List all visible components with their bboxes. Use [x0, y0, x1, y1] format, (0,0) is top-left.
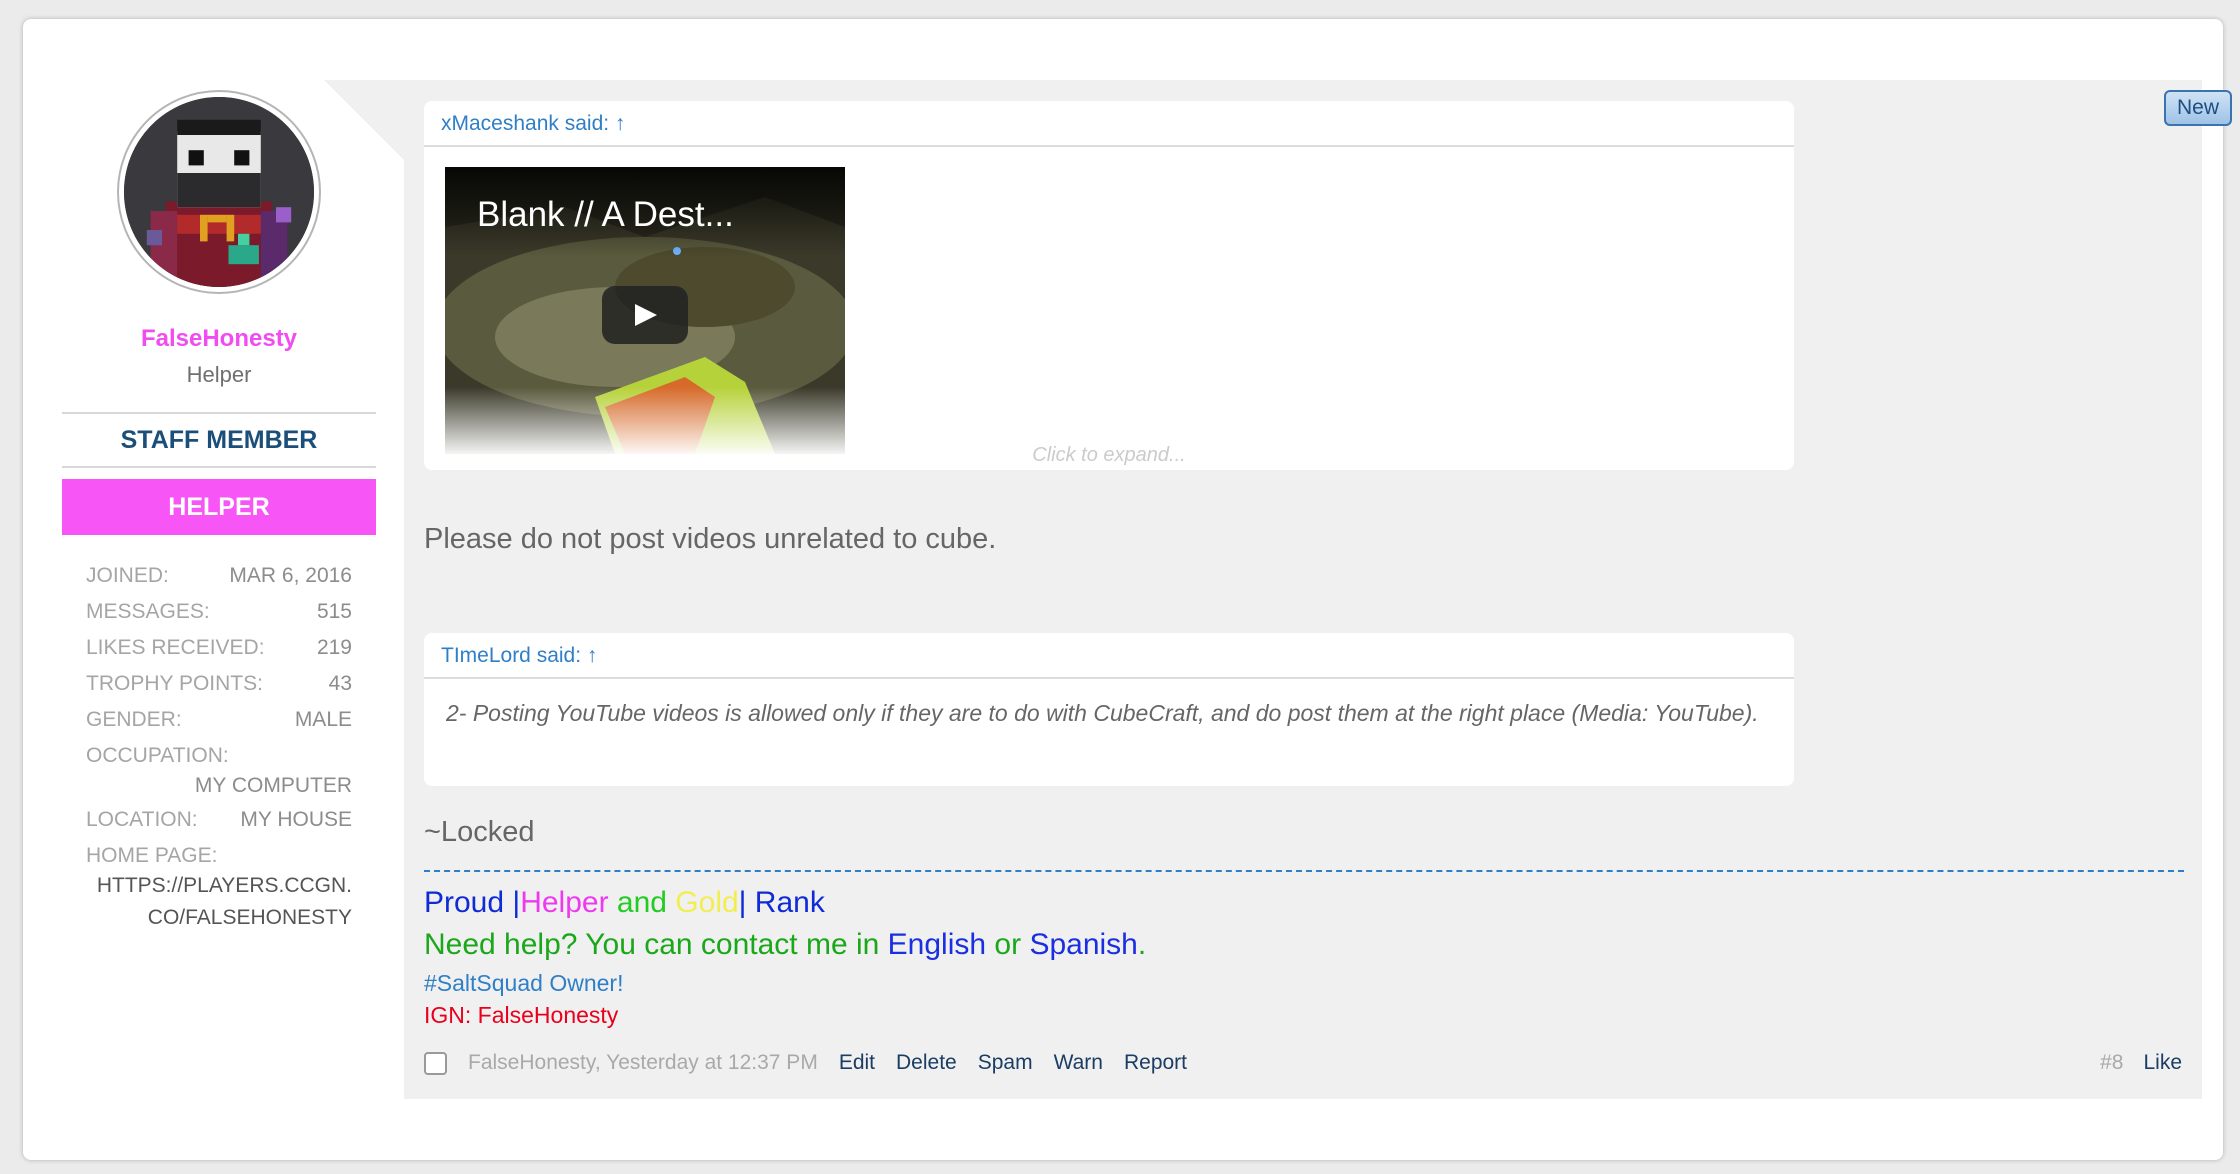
username[interactable]: FalseHonesty	[62, 325, 376, 353]
stat-joined: JOINED: MAR 6, 2016	[86, 558, 352, 594]
sig-segment: Gold	[675, 886, 739, 919]
video-embed[interactable]: Blank // A Dest...	[445, 167, 845, 454]
sig-segment: Rank	[746, 886, 825, 919]
stat-home-page: HOME PAGE: HTTPS://PLAYERS.CCGN. CO/FALS…	[86, 838, 352, 934]
sig-segment: Proud	[424, 886, 513, 919]
stat-value: MY HOUSE	[240, 808, 352, 831]
stat-value[interactable]: 43	[329, 666, 352, 702]
stat-value: MAR 6, 2016	[229, 564, 352, 587]
sig-segment: Need help? You can contact me in	[424, 928, 888, 961]
stat-label: OCCUPATION:	[86, 744, 229, 767]
message-meta: FalseHonesty, Yesterday at 12:37 PM Edit…	[424, 1045, 2182, 1081]
stat-value: MALE	[294, 708, 352, 731]
stat-occupation: OCCUPATION: MY COMPUTER	[86, 738, 352, 802]
sig-segment: or	[986, 928, 1030, 961]
stat-label: MESSAGES:	[86, 600, 210, 623]
stat-value: 219	[316, 636, 352, 659]
signature-hashtag: #SaltSquad Owner!	[424, 970, 624, 996]
stat-value[interactable]: 515	[317, 594, 352, 630]
signature-ign: IGN: FalseHonesty	[424, 1002, 619, 1028]
spam-button[interactable]: Spam	[978, 1051, 1033, 1075]
stat-gender: GENDER: MALE	[86, 702, 352, 738]
message-arrow	[324, 80, 404, 160]
stat-location: LOCATION: MY HOUSE	[86, 802, 352, 838]
post-number[interactable]: #8	[2100, 1051, 2123, 1075]
video-title: Blank // A Dest...	[477, 195, 734, 234]
select-post-checkbox[interactable]	[424, 1051, 447, 1075]
avatar-image	[124, 97, 314, 287]
report-button[interactable]: Report	[1124, 1051, 1187, 1075]
delete-button[interactable]: Delete	[896, 1051, 957, 1075]
avatar[interactable]	[117, 90, 321, 294]
quote-block: TImeLord said: ↑ 2- Posting YouTube vide…	[424, 633, 1794, 786]
quote-block: xMaceshank said: ↑ Blank // A Dest... Cl…	[424, 101, 1794, 470]
sig-segment: English	[887, 928, 987, 961]
home-page-link-line1[interactable]: HTTPS://PLAYERS.CCGN.	[86, 870, 352, 902]
new-badge: New	[2164, 90, 2232, 126]
signature-line: Proud |Helper and Gold| Rank	[424, 886, 825, 920]
staff-member-banner: STAFF MEMBER	[62, 412, 376, 468]
stat-trophy-points: TROPHY POINTS: 43	[86, 666, 352, 702]
stat-likes: LIKES RECEIVED: 219	[86, 630, 352, 666]
user-title: Helper	[186, 362, 252, 387]
click-to-expand[interactable]: Click to expand...	[424, 444, 1794, 467]
reply-text: Please do not post videos unrelated to c…	[424, 523, 997, 555]
signature-divider	[424, 870, 2184, 872]
quote-text: 2- Posting YouTube videos is allowed onl…	[446, 700, 1759, 726]
quote-attribution[interactable]: xMaceshank said: ↑	[424, 101, 1794, 147]
sig-segment: and	[608, 886, 676, 919]
stat-label: GENDER:	[86, 708, 182, 731]
sig-segment: Helper	[520, 886, 609, 919]
edit-button[interactable]: Edit	[839, 1051, 875, 1075]
quote-attribution[interactable]: TImeLord said: ↑	[424, 633, 1794, 679]
locked-text: ~Locked	[424, 816, 535, 848]
like-button[interactable]: Like	[2143, 1051, 2182, 1075]
user-stats: JOINED: MAR 6, 2016 MESSAGES: 515 LIKES …	[86, 558, 352, 934]
stat-label: LOCATION:	[86, 808, 198, 831]
stat-label: JOINED:	[86, 564, 169, 587]
stat-label: LIKES RECEIVED:	[86, 636, 265, 659]
signature-line: Need help? You can contact me in English…	[424, 928, 1146, 962]
stat-label: HOME PAGE:	[86, 844, 218, 867]
sig-segment: .	[1137, 928, 1147, 961]
stat-messages: MESSAGES: 515	[86, 594, 352, 630]
rank-banner: HELPER	[62, 479, 376, 535]
play-icon[interactable]	[602, 286, 688, 344]
author-date[interactable]: FalseHonesty, Yesterday at 12:37 PM	[468, 1051, 818, 1075]
stat-label: TROPHY POINTS:	[86, 672, 263, 695]
sig-segment: Spanish	[1029, 928, 1138, 961]
home-page-link-line2[interactable]: CO/FALSEHONESTY	[86, 902, 352, 934]
message-content: xMaceshank said: ↑ Blank // A Dest... Cl…	[404, 80, 2202, 1099]
stat-value: MY COMPUTER	[194, 774, 352, 797]
warn-button[interactable]: Warn	[1054, 1051, 1103, 1075]
